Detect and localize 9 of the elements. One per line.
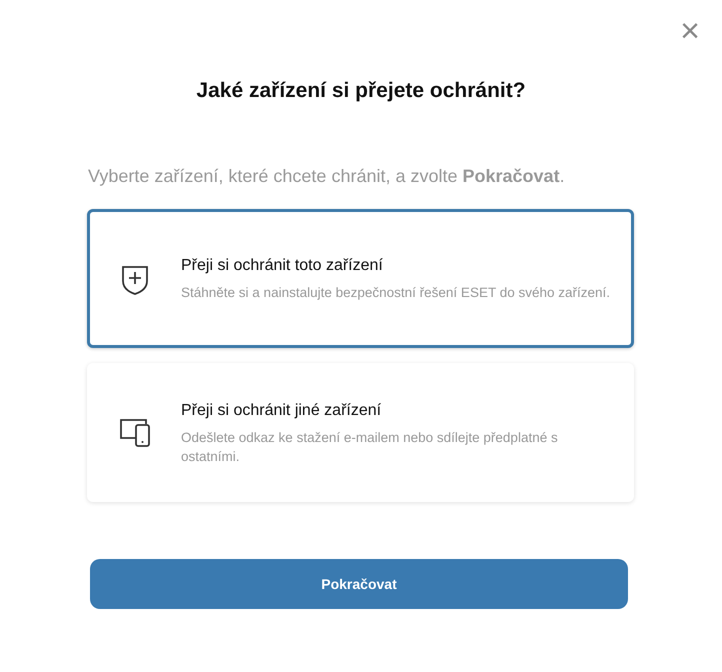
option-title: Přeji si ochránit jiné zařízení [181, 400, 382, 421]
option-description: Odešlete odkaz ke stažení e-mailem nebo sdílejte předplatné s ostatními. [181, 428, 559, 466]
instruction-text: Vyberte zařízení, které chcete chránit, a zvolte Pokračovat. [88, 165, 566, 188]
continue-button[interactable]: Pokračovat [90, 559, 628, 610]
devices-icon [119, 418, 151, 448]
option-description: Stáhněte si a nainstalujte bezpečnostní řešení ESET do svého zařízení. [181, 284, 610, 302]
device-option-card[interactable]: Přeji si ochránit toto zařízení Stáhněte si a nainstalujte bezpečnostní řešení ESET do svého zařízení. [87, 209, 634, 348]
option-title: Přeji si ochránit toto zařízení [181, 256, 384, 276]
dialog-title: Jaké zařízení si přejete ochránit? [195, 78, 527, 104]
